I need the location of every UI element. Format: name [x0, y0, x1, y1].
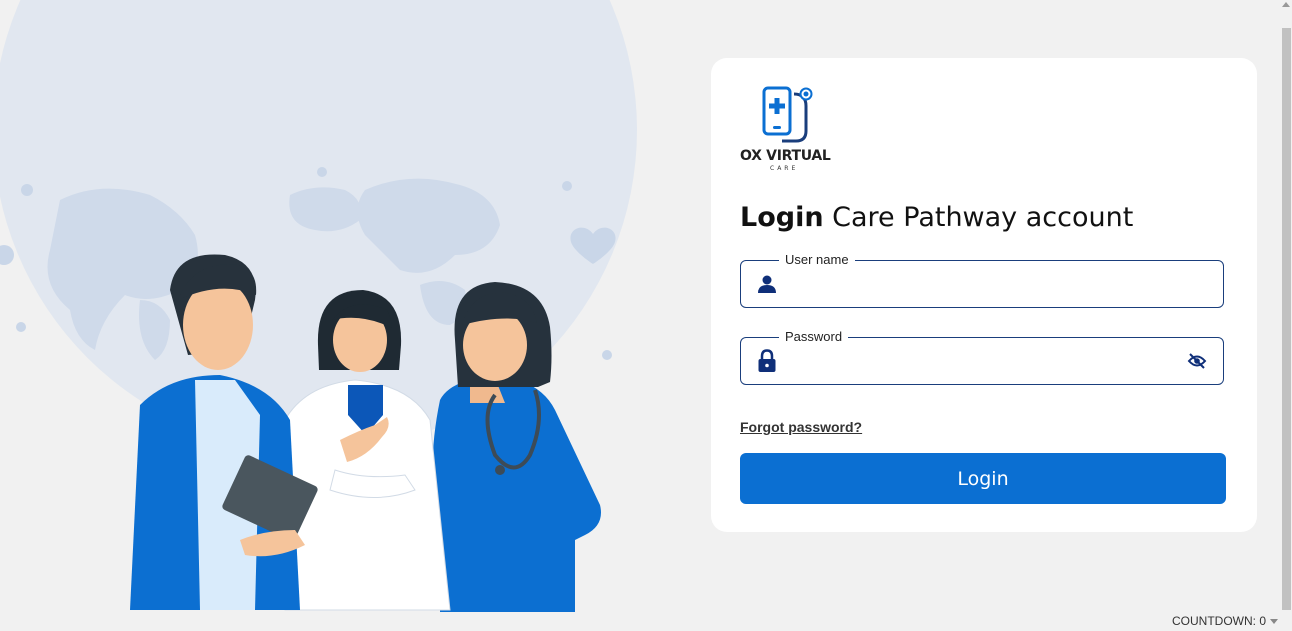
- globe-illustration: [0, 0, 637, 612]
- caret-down-icon[interactable]: [1270, 619, 1278, 625]
- lock-icon: [757, 349, 777, 378]
- login-page: OX VIRTUAL CARE Login Care Pathway accou…: [0, 0, 1292, 631]
- phone-stethoscope-icon: [762, 86, 813, 143]
- username-label: User name: [779, 252, 855, 267]
- password-field[interactable]: Password: [740, 329, 1224, 385]
- brand-name: OX VIRTUAL: [740, 148, 831, 164]
- scroll-up-icon[interactable]: [1282, 2, 1290, 7]
- page-title-rest: Care Pathway account: [823, 202, 1134, 233]
- countdown-label: COUNTDOWN: 0: [1172, 614, 1266, 628]
- username-field[interactable]: User name: [740, 252, 1224, 308]
- eye-slash-icon[interactable]: [1187, 352, 1207, 375]
- brand-tagline: CARE: [770, 165, 799, 172]
- password-input[interactable]: [789, 346, 1173, 378]
- username-input[interactable]: [789, 269, 1173, 301]
- person-icon: [757, 274, 777, 299]
- countdown-indicator[interactable]: COUNTDOWN: 0: [1172, 614, 1278, 628]
- password-label: Password: [779, 329, 849, 344]
- doctors-illustration: [0, 0, 700, 631]
- login-card: OX VIRTUAL CARE Login Care Pathway accou…: [711, 58, 1257, 532]
- vertical-scrollbar[interactable]: [1280, 0, 1292, 631]
- brand-logo: OX VIRTUAL CARE: [740, 86, 832, 172]
- page-title: Login Care Pathway account: [740, 202, 1133, 233]
- scrollbar-thumb[interactable]: [1282, 28, 1291, 610]
- forgot-password-link[interactable]: Forgot password?: [740, 419, 862, 435]
- page-title-strong: Login: [740, 202, 824, 233]
- login-button[interactable]: Login: [740, 453, 1226, 504]
- doctor-right: [432, 282, 601, 612]
